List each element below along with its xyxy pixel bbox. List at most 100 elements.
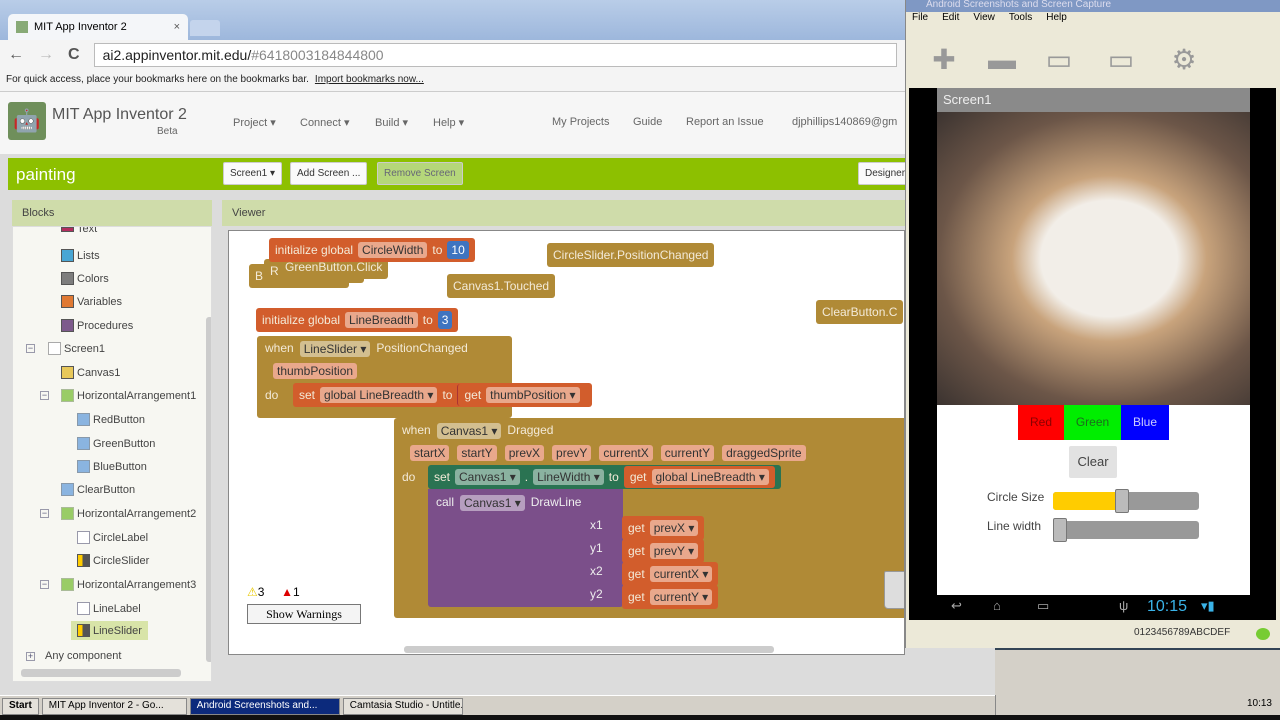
remove-screen-button[interactable]: Remove Screen [377, 162, 463, 185]
taskbar-item-camtasia[interactable]: Camtasia Studio - Untitle... [342, 698, 463, 715]
designer-button[interactable]: Designer [858, 162, 913, 185]
green-button[interactable]: Green [1064, 405, 1121, 440]
variable-dropdown[interactable]: currentY ▾ [649, 589, 713, 605]
tree-item-redbutton[interactable]: RedButton [77, 413, 145, 426]
menu-file[interactable]: File [912, 12, 928, 28]
get-block[interactable]: get prevY ▾ [622, 539, 705, 563]
variable-dropdown[interactable]: prevX ▾ [649, 520, 699, 536]
get-block[interactable]: get thumbPosition ▾ [457, 384, 586, 406]
variable-dropdown[interactable]: thumbPosition ▾ [486, 387, 580, 403]
tree-item-arrangement1[interactable]: HorizontalArrangement1 [61, 389, 196, 402]
new-tab-button[interactable] [190, 20, 220, 36]
user-account[interactable]: djphillips140869@gm [792, 116, 897, 128]
init-circlewidth-block[interactable]: initialize global CircleWidth to 10 [269, 238, 475, 262]
tree-item-greenbutton[interactable]: GreenButton [77, 437, 155, 450]
set-variable-block[interactable]: set global LineBreadth ▾ to get thumbPositio… [293, 383, 592, 407]
menu-view[interactable]: View [973, 12, 995, 28]
circleslider-event-block[interactable]: CircleSlider.PositionChanged [547, 243, 715, 267]
variable-dropdown[interactable]: global LineBreadth ▾ [320, 387, 438, 403]
tree-item-screen1[interactable]: Screen1 [48, 342, 105, 355]
variable-dropdown[interactable]: global LineBreadth ▾ [651, 469, 769, 485]
line-width-slider[interactable] [1053, 518, 1199, 542]
menu-connect[interactable]: Connect ▾ [300, 116, 350, 129]
var-name-chip[interactable]: CircleWidth [358, 242, 428, 258]
folder-icon[interactable]: ▭ [1041, 42, 1077, 78]
app-inventor-logo[interactable]: 🤖 [8, 102, 46, 140]
tree-item-any-component[interactable]: Any component [45, 650, 121, 662]
tree-item-circlelabel[interactable]: CircleLabel [77, 531, 148, 544]
get-block[interactable]: get prevX ▾ [622, 516, 705, 540]
link-guide[interactable]: Guide [633, 116, 662, 128]
expand-any-component-icon[interactable]: + [26, 652, 35, 661]
tree-item-arrangement3[interactable]: HorizontalArrangement3 [61, 578, 196, 591]
add-screen-button[interactable]: Add Screen ... [290, 162, 368, 185]
menu-edit[interactable]: Edit [942, 12, 959, 28]
tree-item-text[interactable]: Text [61, 227, 97, 235]
settings-gear-icon[interactable]: ⚙ [1166, 42, 1202, 78]
number-block[interactable]: 3 [437, 311, 453, 329]
slider-thumb[interactable] [1115, 489, 1130, 513]
trash-can-icon[interactable] [884, 571, 904, 609]
component-dropdown[interactable]: Canvas1 ▾ [460, 495, 525, 511]
init-linebreadth-block[interactable]: initialize global LineBreadth to 3 [256, 308, 459, 332]
get-block[interactable]: get global LineBreadth ▾ [623, 466, 775, 488]
tree-item-canvas1[interactable]: Canvas1 [61, 366, 120, 379]
tree-item-lists[interactable]: Lists [61, 249, 100, 262]
param-chip[interactable]: currentX [599, 445, 653, 461]
link-my-projects[interactable]: My Projects [552, 116, 609, 128]
show-warnings-button[interactable]: Show Warnings [247, 604, 361, 624]
blue-button[interactable]: Blue [1121, 405, 1169, 440]
property-dropdown[interactable]: LineWidth ▾ [533, 469, 604, 485]
tree-item-arrangement2[interactable]: HorizontalArrangement2 [61, 507, 196, 520]
clear-button[interactable]: Clear [1069, 446, 1117, 478]
var-name-chip[interactable]: LineBreadth [345, 312, 418, 328]
back-nav-icon[interactable]: ↩ [951, 598, 962, 614]
param-chip[interactable]: startX [410, 445, 450, 461]
tree-item-linelabel[interactable]: LineLabel [77, 602, 141, 615]
device-frame-icon[interactable]: ▭ [1103, 42, 1139, 78]
url-input[interactable]: ai2.appinventor.mit.edu/#641800318484480… [93, 43, 897, 67]
param-chip[interactable]: startY [457, 445, 497, 461]
clearbutton-event-block[interactable]: ClearButton.C [816, 300, 904, 324]
variable-dropdown[interactable]: prevY ▾ [649, 543, 699, 559]
tree-item-colors[interactable]: Colors [61, 272, 109, 285]
taskbar-item-android-screenshots[interactable]: Android Screenshots and... [189, 698, 340, 715]
back-icon[interactable]: ← [8, 46, 24, 64]
tree-item-variables[interactable]: Variables [61, 295, 122, 308]
get-block[interactable]: get currentX ▾ [622, 562, 719, 586]
collapse-screen1-icon[interactable]: − [26, 344, 35, 353]
collapse-arrangement3-icon[interactable]: − [40, 580, 49, 589]
import-bookmarks-link[interactable]: Import bookmarks now... [315, 74, 424, 85]
close-tab-icon[interactable]: × [174, 21, 180, 33]
browser-tab[interactable]: MIT App Inventor 2 × [8, 14, 188, 40]
tree-item-procedures[interactable]: Procedures [61, 319, 133, 332]
home-nav-icon[interactable]: ⌂ [993, 598, 1001, 613]
set-property-block[interactable]: set Canvas1 ▾. LineWidth ▾ to get global Line… [428, 465, 781, 489]
tree-item-bluebutton[interactable]: BlueButton [77, 460, 147, 473]
tree-item-clearbutton[interactable]: ClearButton [61, 483, 135, 496]
number-block[interactable]: 10 [447, 241, 469, 259]
recents-nav-icon[interactable]: ▭ [1037, 598, 1049, 614]
tree-item-lineslider[interactable]: LineSlider [71, 621, 148, 640]
screen-select[interactable]: Screen1 ▾ [223, 162, 283, 185]
link-report-issue[interactable]: Report an Issue [686, 116, 764, 128]
param-chip[interactable]: prevY [552, 445, 592, 461]
param-chip[interactable]: currentY [660, 445, 715, 461]
param-chip[interactable]: prevX [504, 445, 545, 461]
forward-icon[interactable]: → [38, 46, 54, 64]
red-button[interactable]: Red [1018, 405, 1064, 440]
variable-dropdown[interactable]: currentX ▾ [649, 566, 713, 582]
blocks-workspace[interactable]: B R GreenButton.Click initialize global C… [228, 230, 905, 655]
menu-project[interactable]: Project ▾ [233, 116, 276, 129]
start-button[interactable]: Start [2, 698, 39, 715]
menu-build[interactable]: Build ▾ [375, 116, 408, 129]
param-chip[interactable]: draggedSprite [722, 445, 806, 461]
menu-help[interactable]: Help [1046, 12, 1067, 28]
component-dropdown[interactable]: Canvas1 ▾ [436, 423, 502, 439]
taskbar-item-chrome[interactable]: MIT App Inventor 2 - Go... [41, 698, 187, 715]
menu-tools[interactable]: Tools [1009, 12, 1032, 28]
menu-help[interactable]: Help ▾ [433, 116, 464, 129]
tree-horizontal-scrollbar[interactable] [21, 669, 181, 677]
workspace-horizontal-scrollbar[interactable] [404, 646, 774, 653]
reload-icon[interactable]: C [68, 46, 80, 64]
